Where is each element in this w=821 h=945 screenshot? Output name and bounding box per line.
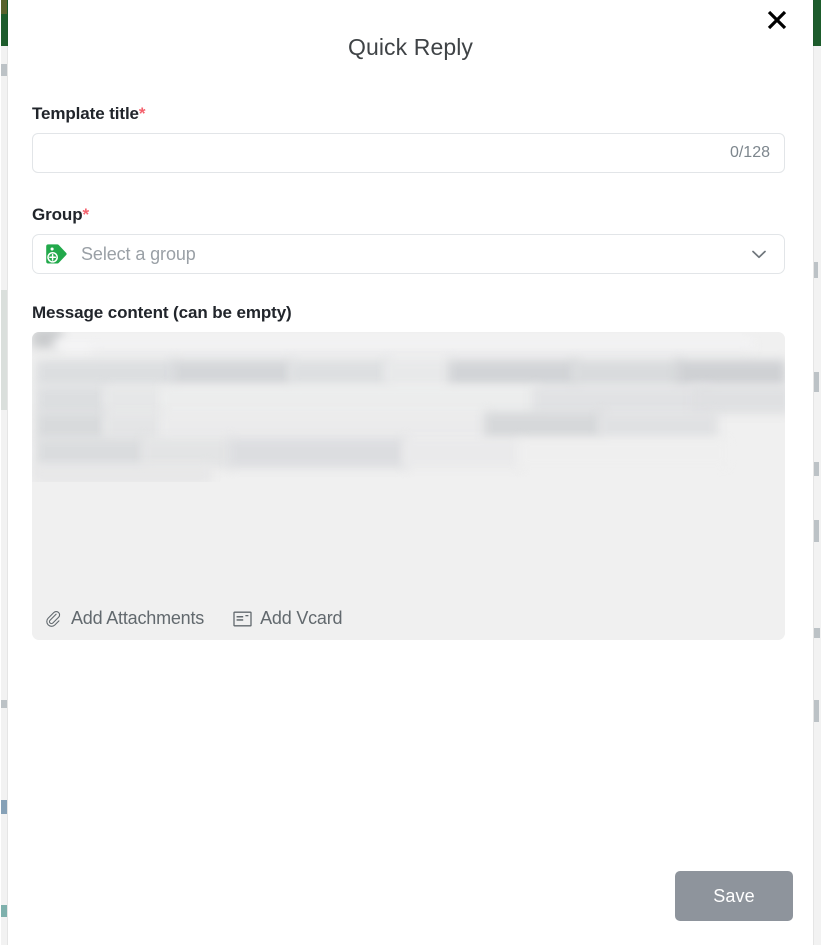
message-toolbar: Add Attachments Add Vcard <box>44 608 343 629</box>
background-fleck <box>1 800 7 814</box>
vcard-icon <box>233 611 252 626</box>
background-fleck <box>1 0 7 14</box>
background-fleck <box>814 462 819 476</box>
background-fleck <box>814 520 819 542</box>
template-title-label-text: Template title <box>32 104 139 123</box>
quick-reply-form: Template title* 0/128 Group* Select a gr… <box>32 104 789 640</box>
save-button[interactable]: Save <box>675 871 793 921</box>
template-title-label: Template title* <box>32 104 789 124</box>
paperclip-icon <box>46 611 61 627</box>
background-fleck <box>1 64 7 76</box>
group-field-group: Group* Select a group <box>32 205 789 274</box>
template-title-input[interactable]: 0/128 <box>32 133 785 173</box>
group-label: Group* <box>32 205 789 225</box>
add-vcard-button[interactable]: Add Vcard <box>233 608 343 629</box>
template-title-counter: 0/128 <box>729 144 770 161</box>
screen: Quick Reply Template title* 0/128 Group* <box>0 0 821 945</box>
group-label-text: Group <box>32 205 83 224</box>
close-icon[interactable] <box>760 3 794 37</box>
quick-reply-dialog: Quick Reply Template title* 0/128 Group* <box>8 0 813 945</box>
chevron-down-icon <box>752 250 766 259</box>
group-select[interactable]: Select a group <box>32 234 785 274</box>
redacted-content <box>32 332 785 482</box>
group-select-placeholder: Select a group <box>81 243 196 264</box>
required-asterisk: * <box>82 205 90 224</box>
background-fleck <box>814 700 819 722</box>
template-title-field-group: Template title* 0/128 <box>32 104 789 173</box>
background-fleck <box>1 290 7 410</box>
message-content-editor[interactable]: Add Attachments Add Vcard <box>32 332 785 640</box>
background-fleck <box>1 700 7 708</box>
add-vcard-label: Add Vcard <box>260 608 343 628</box>
required-asterisk: * <box>138 104 146 123</box>
page-title: Quick Reply <box>347 34 474 60</box>
background-fleck <box>814 372 819 392</box>
background-fleck <box>814 262 818 278</box>
background-fleck <box>1 905 7 917</box>
tag-plus-icon <box>46 244 67 264</box>
background-left-rail <box>0 0 1 945</box>
message-content-label: Message content (can be empty) <box>32 303 292 322</box>
add-attachments-label: Add Attachments <box>71 608 205 628</box>
background-fleck <box>814 628 820 638</box>
add-attachments-button[interactable]: Add Attachments <box>44 608 204 629</box>
message-content-field-group: Message content (can be empty) Add Attac… <box>32 303 789 640</box>
